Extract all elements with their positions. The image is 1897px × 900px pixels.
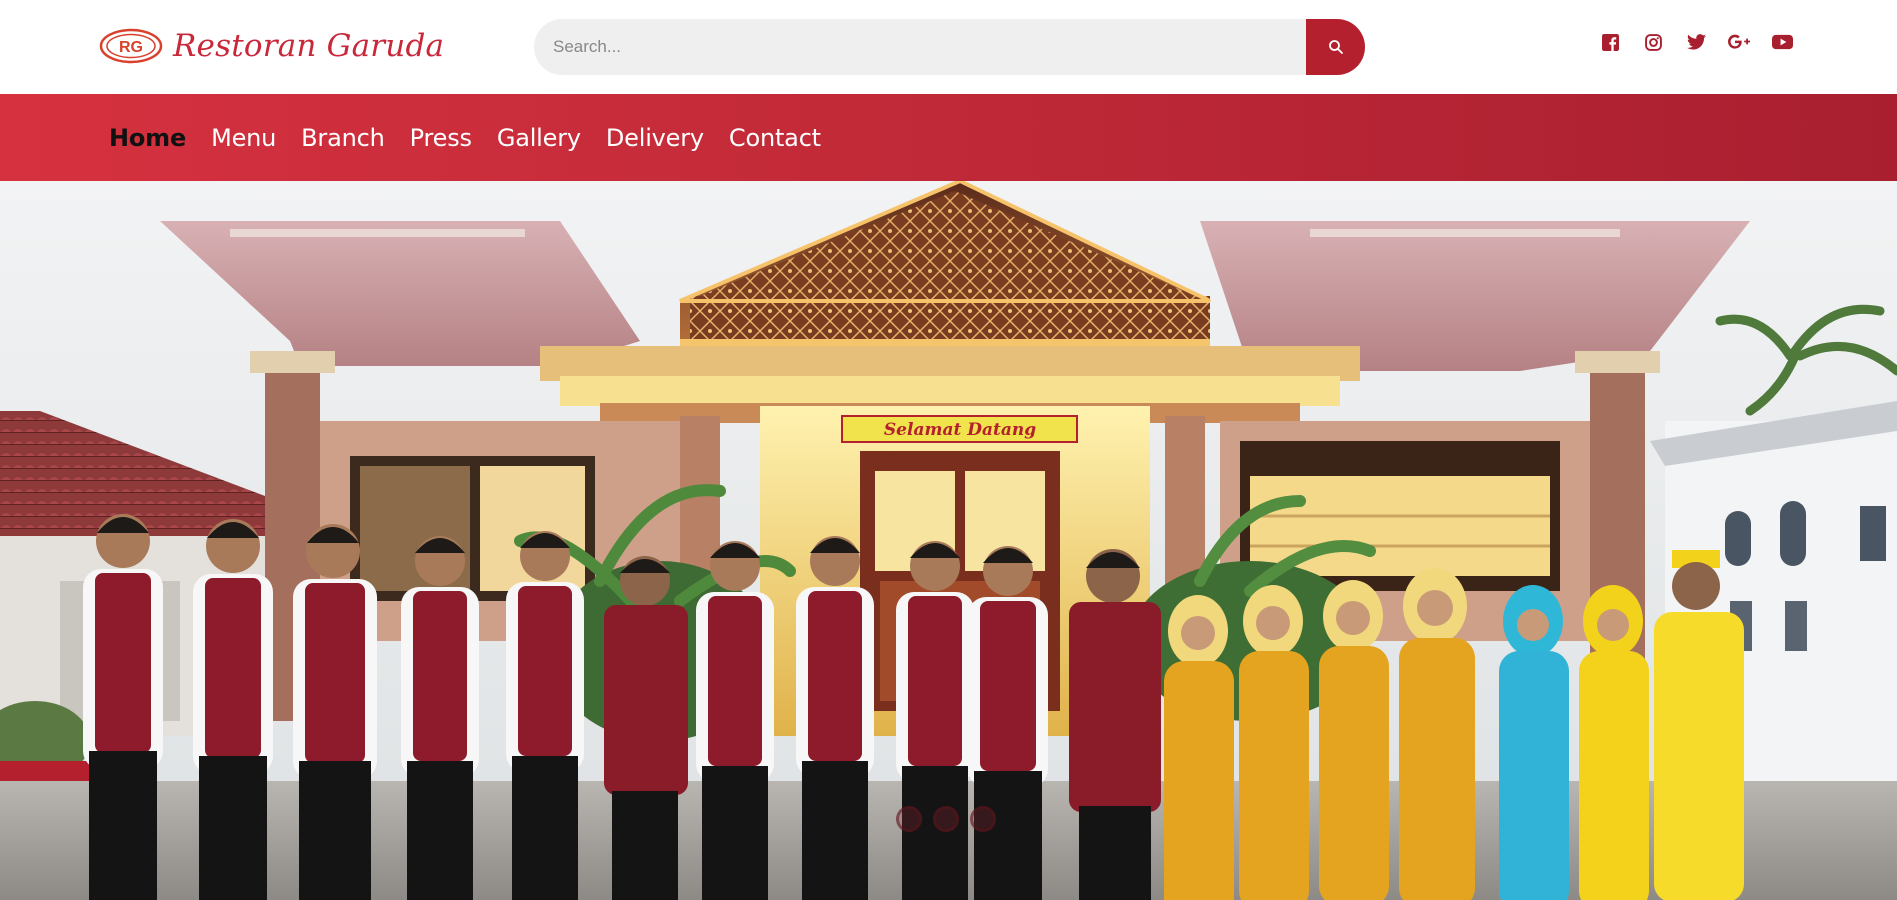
nav-item-gallery[interactable]: Gallery [497,124,581,152]
search-input[interactable] [534,19,1306,75]
nav-item-contact[interactable]: Contact [729,124,821,152]
site-header: RG Restoran Garuda [0,0,1897,94]
nav-item-press[interactable]: Press [410,124,472,152]
brand-name: Restoran Garuda [173,28,445,64]
logo-text: RG [119,39,143,56]
slider-dots [896,806,1007,832]
restaurant-front-staff-photo: Selamat Datang [0,181,1897,900]
google-plus-icon [1728,34,1750,49]
facebook-icon [1601,33,1619,51]
hero-slider: Selamat Datang [0,181,1897,900]
search-icon [1328,40,1343,54]
brand[interactable]: RG Restoran Garuda [99,24,444,68]
garuda-logo: RG [99,28,163,64]
google-plus-link[interactable] [1727,30,1751,54]
slide-dot-1[interactable] [896,806,922,832]
instagram-link[interactable] [1641,30,1665,54]
slide-dot-2[interactable] [933,806,959,832]
twitter-link[interactable] [1684,30,1708,54]
facebook-link[interactable] [1598,30,1622,54]
nav-item-branch[interactable]: Branch [301,124,385,152]
nav-item-home[interactable]: Home [109,124,186,152]
instagram-icon [1644,33,1662,51]
welcome-sign: Selamat Datang [884,420,1036,440]
slide-dot-3[interactable] [970,806,996,832]
nav-item-menu[interactable]: Menu [211,124,276,152]
social-links [1598,30,1813,54]
twitter-icon [1686,34,1706,50]
youtube-icon [1771,34,1793,50]
nav-list: Home Menu Branch Press Gallery Delivery … [109,94,846,181]
search-button[interactable] [1306,19,1365,75]
main-navigation: Home Menu Branch Press Gallery Delivery … [0,94,1897,181]
nav-item-delivery[interactable]: Delivery [606,124,704,152]
search-bar [534,19,1365,75]
youtube-link[interactable] [1770,30,1794,54]
